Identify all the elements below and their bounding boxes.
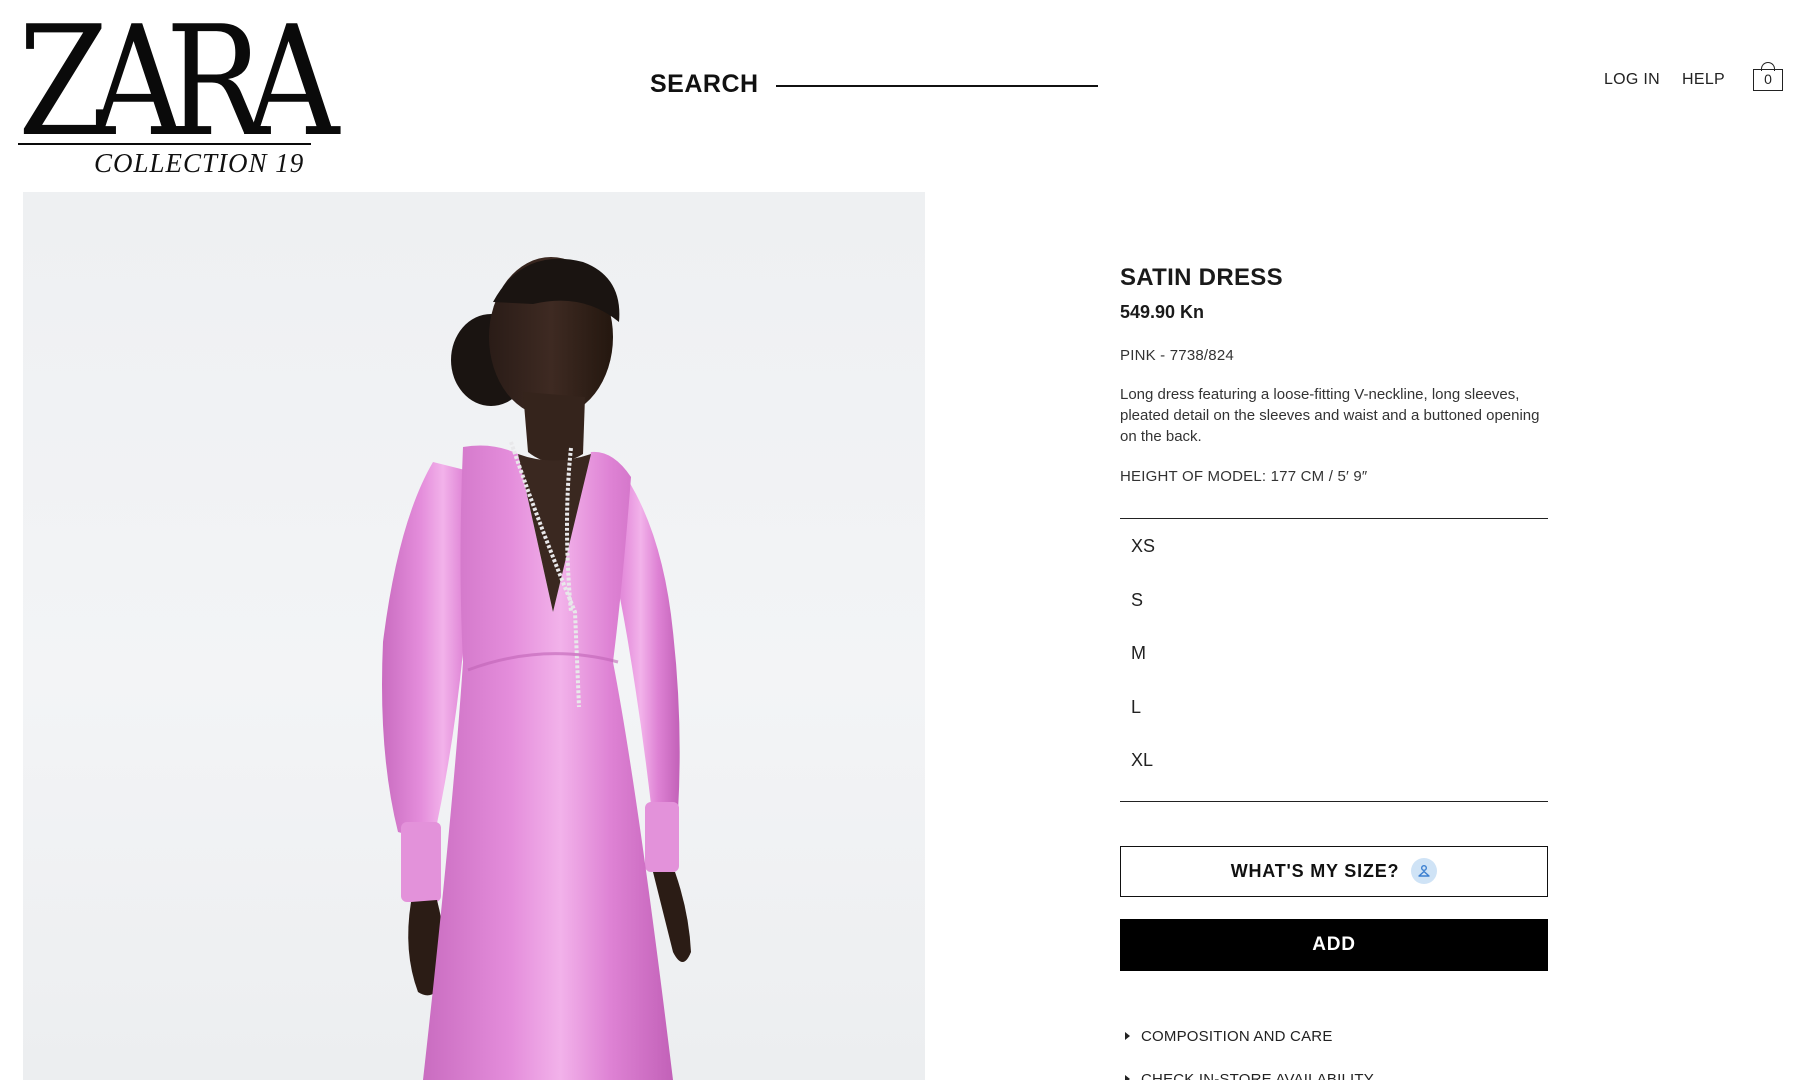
logo-divider	[18, 143, 311, 145]
add-button-label: ADD	[1312, 933, 1356, 955]
zara-logo[interactable]: ZARA COLLECTION 19	[18, 0, 339, 178]
logo-collection-label: COLLECTION 19	[94, 148, 305, 178]
model-illustration	[382, 257, 691, 1080]
size-option-s[interactable]: S	[1120, 583, 1548, 637]
size-selector: XS S M L XL	[1120, 518, 1548, 802]
search-input-underline[interactable]	[775, 84, 1098, 87]
product-title: SATIN DRESS	[1120, 264, 1283, 291]
login-link[interactable]: LOG IN	[1604, 71, 1660, 89]
hanger-person-icon	[1411, 858, 1438, 885]
product-description: Long dress featuring a loose-fitting V-n…	[1120, 386, 1540, 445]
product-accordions: COMPOSITION AND CARE CHECK IN-STORE AVAI…	[1120, 1015, 1548, 1080]
size-option-l[interactable]: L	[1120, 690, 1548, 744]
whats-my-size-button[interactable]: WHAT'S MY SIZE?	[1120, 845, 1548, 897]
size-option-xl[interactable]: XL	[1120, 743, 1548, 797]
accordion-label: COMPOSITION AND CARE	[1141, 1027, 1333, 1045]
size-option-m[interactable]: M	[1120, 636, 1548, 690]
header-utility-nav: LOG IN HELP 0	[1604, 62, 1813, 91]
model-height: HEIGHT OF MODEL: 177 CM / 5′ 9″	[1120, 468, 1368, 485]
size-option-xs[interactable]: XS	[1120, 529, 1548, 583]
bag-count: 0	[1764, 71, 1772, 87]
whats-my-size-label: WHAT'S MY SIZE?	[1230, 860, 1400, 881]
add-to-bag-button[interactable]: ADD	[1120, 918, 1548, 971]
product-price: 549.90 Kn	[1120, 302, 1205, 322]
product-image[interactable]	[23, 192, 925, 1080]
accordion-composition-and-care[interactable]: COMPOSITION AND CARE	[1120, 1015, 1548, 1058]
accordion-label: CHECK IN-STORE AVAILABILITY	[1141, 1070, 1374, 1080]
caret-right-icon	[1125, 1075, 1130, 1080]
accordion-check-in-store-availability[interactable]: CHECK IN-STORE AVAILABILITY	[1120, 1058, 1548, 1080]
search-label[interactable]: SEARCH	[650, 70, 759, 99]
product-color-reference: PINK - 7738/824	[1120, 347, 1234, 364]
help-link[interactable]: HELP	[1682, 71, 1725, 89]
search-field[interactable]: SEARCH	[650, 70, 1098, 99]
caret-right-icon	[1125, 1032, 1130, 1041]
product-info-panel: SATIN DRESS 549.90 Kn PINK - 7738/824 Lo…	[1120, 264, 1548, 1080]
logo-wordmark: ZARA	[18, 0, 339, 170]
shopping-bag-icon[interactable]: 0	[1753, 62, 1783, 91]
